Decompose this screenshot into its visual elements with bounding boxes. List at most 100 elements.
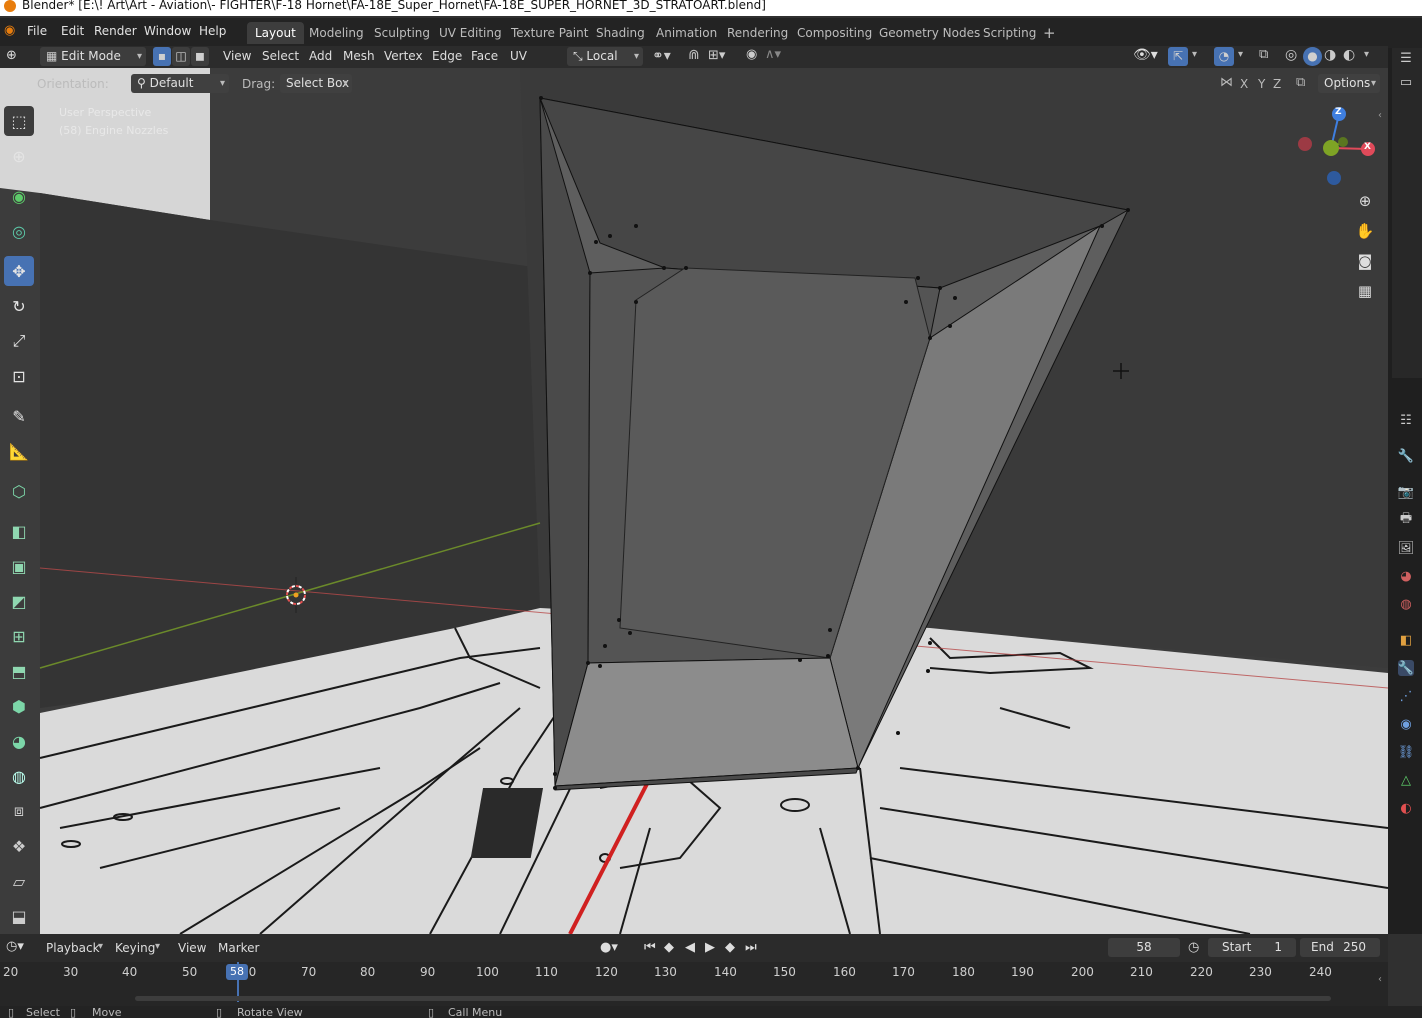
menu-select[interactable]: Select — [262, 49, 299, 63]
next-keyframe-icon[interactable]: ◆ — [725, 940, 735, 955]
menu-view[interactable]: View — [223, 49, 251, 63]
render-properties-icon[interactable]: 📷 — [1398, 484, 1414, 500]
xray-icon[interactable]: ⧉ — [1259, 47, 1268, 62]
knife-tool-icon[interactable]: ⬒ — [4, 656, 34, 686]
blender-menu-icon[interactable]: ◉ — [4, 23, 15, 38]
vertex-select-button[interactable]: ▪ — [153, 47, 171, 66]
output-properties-icon[interactable]: 🖶 — [1398, 511, 1414, 528]
gizmo-toggle-button[interactable]: ⇱ — [1168, 47, 1188, 66]
timeline-scrollbar[interactable] — [135, 996, 1331, 1001]
start-frame-field[interactable]: Start 1 — [1208, 938, 1296, 957]
move-tool-icon[interactable]: ✥ — [4, 256, 34, 286]
menu-file[interactable]: File — [27, 24, 47, 38]
mirror-z-toggle[interactable]: Z — [1273, 77, 1281, 91]
chevron-down-icon[interactable]: ▾ — [1364, 49, 1369, 60]
menu-vertex[interactable]: Vertex — [384, 49, 423, 63]
loop-cut-tool-icon[interactable]: ⊞ — [4, 621, 34, 651]
material-shading-icon[interactable]: ◑ — [1324, 47, 1336, 63]
tab-uv-editing[interactable]: UV Editing — [431, 22, 510, 44]
zoom-icon[interactable]: ⊕ — [1352, 188, 1378, 214]
sidebar-toggle-icon[interactable]: ‹ — [1378, 110, 1382, 121]
add-workspace-button[interactable]: + — [1035, 22, 1064, 44]
edge-select-button[interactable]: ◫ — [172, 47, 190, 66]
inset-tool-icon[interactable]: ▣ — [4, 551, 34, 581]
editor-type-icon[interactable]: ⊕ — [6, 48, 17, 63]
playhead-frame-badge[interactable]: 58 — [226, 964, 248, 980]
material-properties-icon[interactable]: ◐ — [1398, 800, 1414, 816]
end-frame-field[interactable]: End 250 — [1300, 938, 1380, 957]
timeline-area[interactable]: 20 30 40 50 60 70 80 90 100 110 120 130 140 150 160 170… — [0, 962, 1388, 1006]
tab-scripting[interactable]: Scripting — [975, 22, 1044, 44]
filter-icon[interactable]: ▭ — [1398, 74, 1414, 90]
menu-edit[interactable]: Edit — [61, 24, 84, 38]
collapse-arrow-icon[interactable]: ‹ — [1378, 974, 1382, 985]
menu-help[interactable]: Help — [199, 24, 226, 38]
mirror-y-toggle[interactable]: Y — [1258, 77, 1265, 91]
mirror-x-toggle[interactable]: X — [1240, 77, 1248, 91]
outliner-editor-icon[interactable]: ☰ — [1398, 50, 1414, 66]
tool-properties-icon[interactable]: 🔧 — [1398, 448, 1414, 464]
scale-tool-icon[interactable]: ⤢ — [4, 326, 34, 356]
menu-timeline-view[interactable]: View — [178, 941, 206, 955]
overlays-toggle-button[interactable]: ◔ — [1214, 47, 1234, 66]
tab-rendering[interactable]: Rendering — [719, 22, 796, 44]
drag-dropdown[interactable]: Select Box ▾ — [280, 74, 352, 93]
measure-tool-icon[interactable]: 📐 — [4, 436, 34, 466]
chevron-down-icon[interactable]: ▾ — [98, 941, 103, 952]
timeline-editor-icon[interactable]: ◷▾ — [6, 939, 24, 954]
current-frame-field[interactable]: 58 — [1108, 938, 1180, 957]
chevron-down-icon[interactable]: ▾ — [155, 941, 160, 952]
origin-tool-icon[interactable]: ◎ — [4, 216, 34, 246]
rotate-tool-icon[interactable]: ↻ — [4, 291, 34, 321]
shear-tool-icon[interactable]: ▱ — [4, 866, 34, 896]
add-cube-tool-icon[interactable]: ⬡ — [4, 476, 34, 506]
tab-animation[interactable]: Animation — [648, 22, 725, 44]
prev-keyframe-icon[interactable]: ◆ — [664, 940, 674, 955]
tab-geometry-nodes[interactable]: Geometry Nodes — [871, 22, 988, 44]
snap-icon[interactable]: ⋒ — [688, 47, 700, 63]
tab-shading[interactable]: Shading — [588, 22, 653, 44]
physics-properties-icon[interactable]: ◉ — [1398, 716, 1414, 732]
jump-end-icon[interactable]: ⏭ — [745, 940, 757, 955]
rendered-shading-icon[interactable]: ◐ — [1343, 47, 1355, 63]
solid-shading-button[interactable]: ● — [1303, 47, 1322, 66]
3d-viewport[interactable]: Orientation: ⚲ Default ▾ Drag: Select Bo… — [0, 68, 1388, 934]
camera-view-icon[interactable]: ◙ — [1352, 248, 1378, 274]
proportional-edit-icon[interactable]: ◉ — [746, 47, 757, 62]
menu-playback[interactable]: Playback — [46, 941, 100, 955]
wireframe-shading-icon[interactable]: ◎ — [1285, 47, 1297, 63]
menu-mesh[interactable]: Mesh — [343, 49, 375, 63]
view-layer-icon[interactable]: 🖼 — [1398, 540, 1415, 556]
falloff-icon[interactable]: ∧▾ — [765, 47, 781, 62]
tab-compositing[interactable]: Compositing — [789, 22, 880, 44]
data-properties-icon[interactable]: △ — [1398, 772, 1414, 788]
constraint-properties-icon[interactable]: ⛓ — [1398, 744, 1415, 760]
auto-merge-icon[interactable]: ⧉ — [1296, 75, 1305, 90]
snap-target-icon[interactable]: ⊞▾ — [708, 48, 725, 63]
edge-slide-tool-icon[interactable]: ⧈ — [4, 796, 34, 826]
transform-tool-icon[interactable]: ⊡ — [4, 361, 34, 391]
rip-tool-icon[interactable]: ⬓ — [4, 901, 34, 931]
menu-render[interactable]: Render — [94, 24, 137, 38]
pan-hand-icon[interactable]: ✋ — [1352, 218, 1378, 244]
annotate-green-tool-icon[interactable]: ◉ — [4, 181, 34, 211]
orientation-dropdown[interactable]: ⚲ Default ▾ — [131, 74, 229, 93]
annotate-tool-icon[interactable]: ✎ — [4, 401, 34, 431]
jump-start-icon[interactable]: ⏮ — [644, 940, 656, 955]
menu-keying[interactable]: Keying — [115, 941, 155, 955]
select-box-tool-icon[interactable]: ⬚ — [4, 106, 34, 136]
transform-orientation-dropdown[interactable]: ⤡ Local ▾ — [567, 47, 643, 66]
scene-properties-icon[interactable]: ◕ — [1398, 568, 1414, 584]
menu-edge[interactable]: Edge — [432, 49, 462, 63]
visibility-icon[interactable]: 👁▾ — [1133, 47, 1158, 63]
mirror-icon[interactable]: ⋈ — [1220, 75, 1233, 90]
properties-editor-icon[interactable]: ☷ — [1398, 412, 1414, 428]
tab-modeling[interactable]: Modeling — [301, 22, 372, 44]
menu-uv[interactable]: UV — [510, 49, 527, 63]
poly-build-tool-icon[interactable]: ⬢ — [4, 691, 34, 721]
face-select-button[interactable]: ◼ — [191, 47, 209, 66]
pivot-point-icon[interactable]: ⚭▾ — [652, 48, 671, 64]
navigation-gizmo[interactable]: Z X — [1290, 104, 1380, 194]
spin-tool-icon[interactable]: ◕ — [4, 726, 34, 756]
extrude-tool-icon[interactable]: ◧ — [4, 516, 34, 546]
